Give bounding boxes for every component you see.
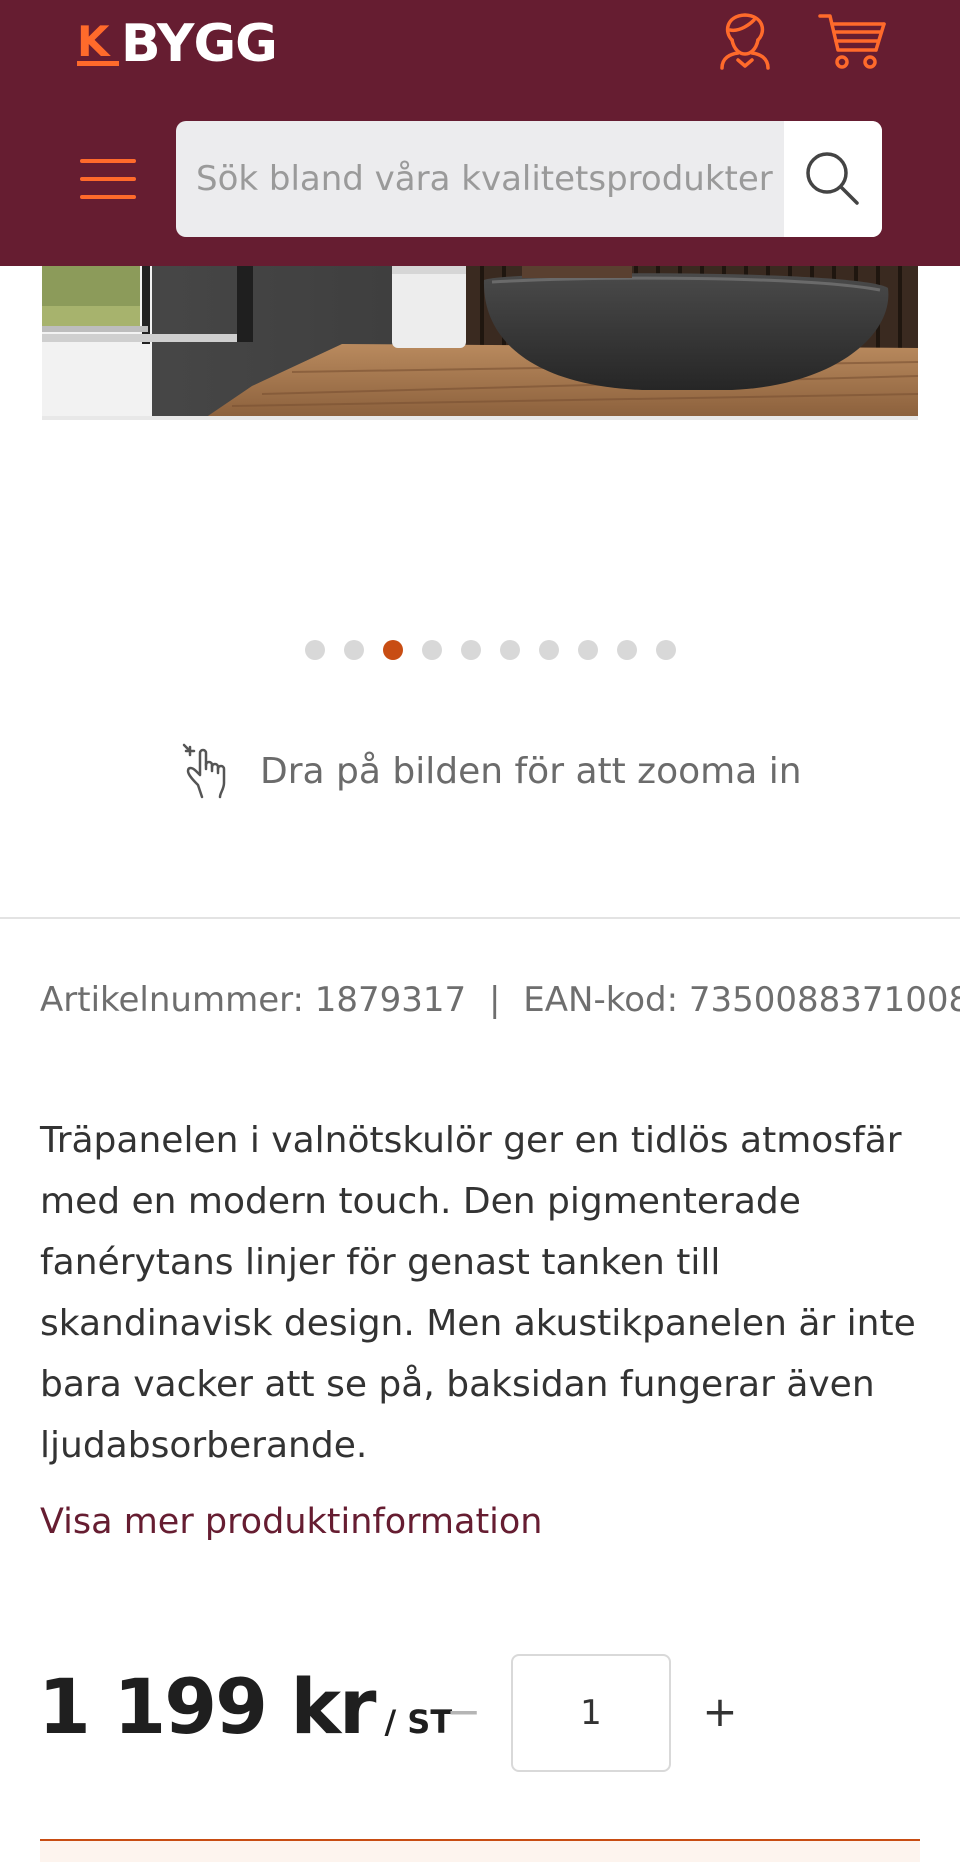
shopping-cart-icon: [818, 14, 886, 69]
cart-button[interactable]: [818, 10, 888, 72]
carousel-dot-2[interactable]: [344, 640, 364, 660]
quantity-decrease-button[interactable]: −: [446, 1690, 481, 1734]
carousel-dot-5[interactable]: [461, 640, 481, 660]
article-number-label: Artikelnummer:: [40, 980, 304, 1020]
section-divider: [0, 917, 960, 919]
logo-text: BYGG: [121, 14, 278, 74]
zoom-hint: Dra på bilden för att zooma in: [180, 738, 802, 804]
site-header: K BYGG: [0, 0, 960, 266]
article-separator: |: [489, 980, 501, 1020]
search-input[interactable]: [176, 121, 784, 237]
carousel-dot-6[interactable]: [500, 640, 520, 660]
carousel-dot-7[interactable]: [539, 640, 559, 660]
ean-code: 7350088371008: [688, 980, 960, 1020]
hamburger-menu-icon: [80, 159, 136, 199]
article-info: Artikelnummer: 1879317 | EAN-kod: 735008…: [40, 980, 960, 1020]
article-number: 1879317: [314, 980, 467, 1020]
product-description: Träpanelen i valnötskulör ger en tidlös …: [40, 1120, 916, 1466]
carousel-dot-4[interactable]: [422, 640, 442, 660]
price-amount: 1 199 kr: [38, 1662, 376, 1751]
quantity-input[interactable]: [511, 1654, 671, 1772]
ean-label: EAN-kod:: [523, 980, 679, 1020]
quantity-increase-button[interactable]: +: [700, 1690, 740, 1734]
menu-button[interactable]: [78, 155, 138, 203]
carousel-dots: [305, 640, 676, 660]
account-user-icon: [720, 13, 770, 70]
search-bar: [176, 121, 882, 237]
search-magnifier-icon: [806, 152, 859, 205]
search-button[interactable]: [784, 121, 882, 237]
more-product-info-link[interactable]: Visa mer produktinformation: [40, 1502, 543, 1542]
carousel-dot-8[interactable]: [578, 640, 598, 660]
zoom-hint-text: Dra på bilden för att zooma in: [260, 750, 802, 792]
price-unit: / ST: [384, 1703, 453, 1741]
account-button[interactable]: [712, 10, 778, 72]
kbygg-logo[interactable]: K BYGG: [77, 14, 278, 74]
carousel-dot-10[interactable]: [656, 640, 676, 660]
carousel-dot-3-active[interactable]: [383, 640, 403, 660]
product-photo: [42, 266, 918, 420]
add-to-cart-panel-edge: [40, 1839, 920, 1862]
logo-k-letter: K: [77, 17, 110, 66]
carousel-dot-9[interactable]: [617, 640, 637, 660]
logo-k-mark: K: [77, 17, 119, 66]
carousel-dot-1[interactable]: [305, 640, 325, 660]
logo-underline: [77, 61, 119, 66]
price: 1 199 kr / ST: [38, 1662, 452, 1751]
hand-drag-icon: [182, 743, 226, 799]
product-image[interactable]: [42, 266, 918, 420]
